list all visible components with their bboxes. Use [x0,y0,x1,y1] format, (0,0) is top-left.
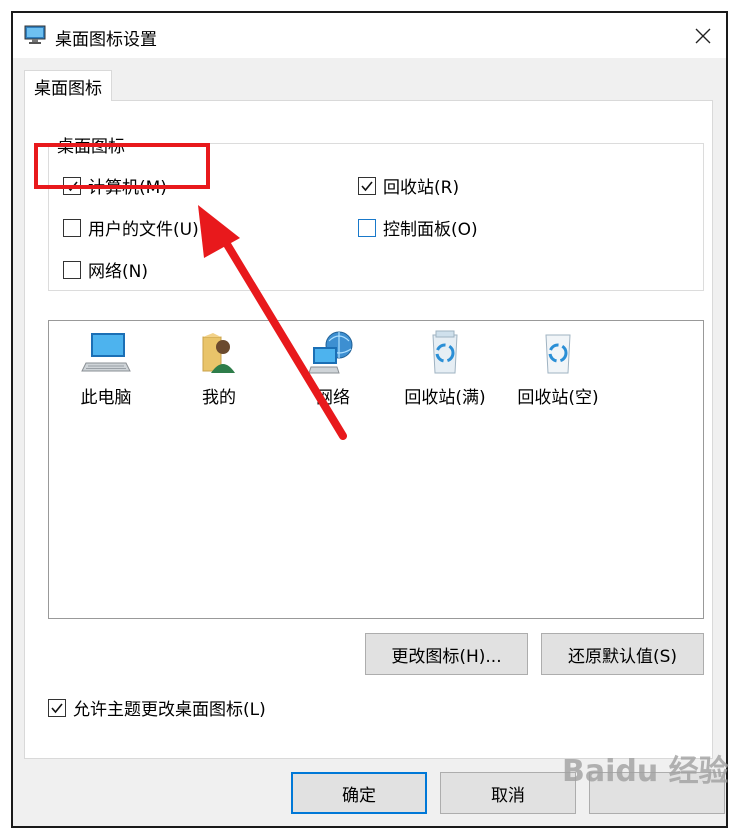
icon-label: 此电脑 [80,388,132,408]
recycle-bin-full-icon [432,330,458,374]
checkbox-label: 允许主题更改桌面图标(L) [73,700,266,720]
checkbox-box[interactable] [358,218,376,237]
preview-item-recycle-empty[interactable]: 回收站(空) [513,327,603,408]
preview-item-this-pc[interactable]: 此电脑 [61,327,151,408]
user-folder-icon [202,333,235,373]
checkmark-icon [361,180,373,191]
annotation-highlight-box [34,143,210,189]
desktop-icon-settings-dialog: 桌面图标设置 桌面图标 桌面图标 计算机(M) 回收站(R) 用户的文件(U) [11,11,728,828]
icon-label: 回收站(满) [404,388,486,408]
checkbox-recycle-bin[interactable]: 回收站(R) [358,173,459,198]
checkbox-box[interactable] [358,176,376,195]
computer-icon [81,333,131,372]
checkbox-label: 网络(N) [88,262,148,282]
watermark: Baidu 经验 [562,754,729,789]
icon-preview-list[interactable]: 此电脑 我的 网络 回收站(满) 回收站(空) [48,320,704,619]
restore-default-button[interactable]: 还原默认值(S) [541,633,704,675]
preview-item-recycle-full[interactable]: 回收站(满) [400,327,490,408]
tab-panel: 桌面图标 计算机(M) 回收站(R) 用户的文件(U) 控制面板(O) 网络(N… [24,100,713,759]
checkbox-allow-themes[interactable]: 允许主题更改桌面图标(L) [48,695,266,720]
checkbox-control-panel[interactable]: 控制面板(O) [358,215,478,240]
checkbox-user-files[interactable]: 用户的文件(U) [63,215,199,240]
preview-item-network[interactable]: 网络 [288,327,378,408]
title-bar: 桌面图标设置 [13,13,726,58]
checkbox-box[interactable] [48,698,66,717]
checkbox-label: 回收站(R) [383,178,460,198]
window-title: 桌面图标设置 [55,30,157,50]
checkbox-label: 用户的文件(U) [88,220,199,240]
desktop-settings-icon [24,25,46,44]
close-icon [695,28,711,43]
icon-label: 我的 [202,388,236,408]
icon-label: 回收站(空) [517,388,599,408]
change-icon-button[interactable]: 更改图标(H)... [365,633,528,675]
close-button[interactable] [680,13,726,58]
checkmark-icon [51,702,63,713]
checkbox-network[interactable]: 网络(N) [63,257,148,282]
checkbox-label: 控制面板(O) [383,220,478,240]
preview-item-user[interactable]: 我的 [174,327,264,408]
icon-label: 网络 [316,388,350,408]
network-icon [308,331,353,374]
cancel-button[interactable]: 取消 [440,772,576,814]
ok-button[interactable]: 确定 [291,772,427,814]
checkbox-box[interactable] [63,260,81,279]
tab-desktop-icons[interactable]: 桌面图标 [24,70,112,101]
checkbox-box[interactable] [63,218,81,237]
recycle-bin-empty-icon [545,334,571,374]
